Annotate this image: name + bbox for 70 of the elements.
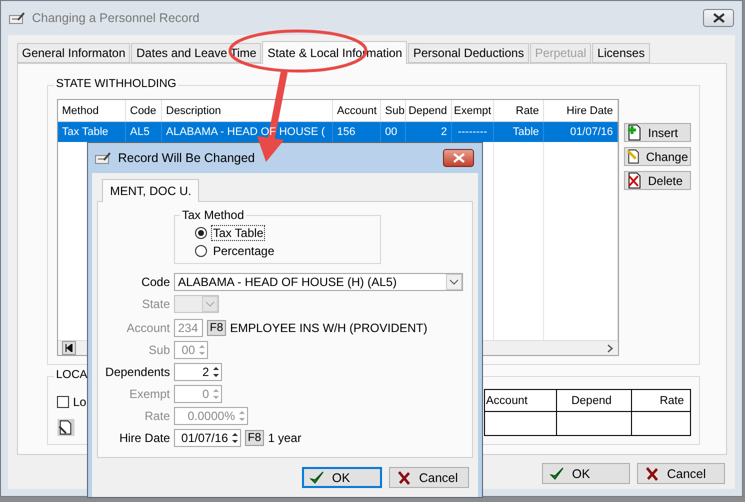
column-header[interactable]: Account	[333, 100, 381, 121]
document-pencil-icon	[627, 148, 641, 165]
document-pencil-icon[interactable]	[57, 419, 75, 436]
spin-arrows-icon[interactable]	[230, 430, 240, 446]
column-header[interactable]: Hire Date	[544, 100, 618, 121]
field-label: Code	[140, 275, 170, 289]
spin-field[interactable]: 01/07/16	[174, 429, 241, 447]
tab[interactable]: Licenses	[592, 43, 650, 63]
lookup-button[interactable]: F8	[245, 430, 264, 446]
column-header[interactable]: Depend	[557, 390, 632, 412]
close-button[interactable]	[443, 149, 474, 167]
column-header[interactable]: Rate	[632, 390, 690, 412]
column-header[interactable]: Sub	[381, 100, 406, 121]
radio-label[interactable]: Tax Table	[211, 225, 266, 241]
field-note: 1 year	[268, 431, 302, 445]
group-title: Tax Method	[180, 208, 246, 222]
field-note: EMPLOYEE INS W/H (PROVIDENT)	[230, 321, 428, 335]
field-label: Exempt	[128, 387, 170, 401]
field-label: Hire Date	[118, 431, 170, 445]
column-header[interactable]: Code	[126, 100, 162, 121]
ok-button[interactable]: OK	[302, 467, 382, 488]
dropdown-field[interactable]: ALABAMA - HEAD OF HOUSE (H) (AL5)	[174, 273, 463, 291]
group-title: STATE WITHHOLDING	[54, 78, 178, 90]
scroll-right-icon[interactable]	[606, 344, 614, 352]
column-header[interactable]: Rate	[494, 100, 544, 121]
close-icon	[452, 153, 464, 163]
edit-form-icon	[95, 152, 112, 164]
dialog-title: Record Will Be Changed	[118, 151, 256, 165]
window-title: Changing a Personnel Record	[32, 11, 200, 25]
cancel-button[interactable]: Cancel	[637, 463, 725, 484]
field-label: State	[140, 297, 170, 311]
checkmark-icon	[310, 470, 324, 484]
radio-button[interactable]	[195, 227, 207, 239]
edit-form-icon	[9, 12, 26, 24]
field-label: Account	[126, 321, 170, 335]
document-x-icon	[627, 172, 643, 189]
x-icon	[397, 470, 411, 484]
tab[interactable]: General Informaton	[17, 43, 130, 63]
x-icon	[645, 466, 659, 480]
column-header[interactable]: Description	[162, 100, 333, 121]
table-cell: 01/07/16	[544, 122, 618, 142]
side-button[interactable]: Insert	[624, 123, 691, 142]
spin-field[interactable]: 2	[174, 363, 222, 381]
field-label: Rate	[144, 409, 170, 423]
side-button[interactable]: Change	[624, 147, 691, 166]
table-cell: Table	[494, 122, 544, 142]
tab[interactable]: MENT, DOC U.	[102, 179, 200, 202]
column-header[interactable]: Account	[485, 390, 557, 412]
checkbox-label: Lo	[73, 394, 86, 408]
checkmark-icon	[550, 466, 564, 480]
cancel-button[interactable]: Cancel	[389, 467, 469, 488]
group-title: LOCA	[54, 369, 90, 381]
field-label: Sub	[148, 343, 170, 357]
radio-button[interactable]	[195, 245, 207, 257]
first-icon	[65, 344, 73, 352]
close-button[interactable]	[703, 9, 734, 27]
column-header[interactable]: Exempt	[452, 100, 494, 121]
field-label: Dependents	[104, 365, 170, 379]
checkbox[interactable]	[57, 396, 69, 408]
tab[interactable]: Personal Deductions	[408, 43, 529, 63]
close-icon	[712, 13, 724, 23]
spin-arrows-icon[interactable]	[211, 364, 221, 380]
column-header[interactable]: Method	[58, 100, 126, 121]
column-header[interactable]: Depend	[406, 100, 452, 121]
ok-button[interactable]: OK	[542, 463, 630, 484]
radio-label[interactable]: Percentage	[211, 243, 276, 259]
tab[interactable]: Dates and Leave Time	[131, 43, 262, 63]
document-plus-icon	[627, 124, 643, 141]
side-button[interactable]: Delete	[624, 171, 691, 190]
first-record-button[interactable]	[62, 341, 76, 355]
